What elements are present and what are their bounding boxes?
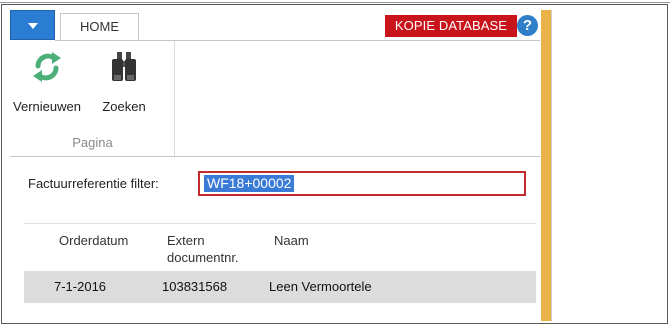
help-icon[interactable]: ?: [517, 15, 538, 36]
column-header-orderdatum[interactable]: Orderdatum: [59, 232, 128, 249]
ribbon-divider: [10, 156, 540, 157]
refresh-icon: [30, 49, 64, 85]
cell-orderdatum: 7-1-2016: [54, 279, 107, 294]
table-row[interactable]: 7-1-2016 103831568 Leen Vermoortele: [24, 271, 536, 303]
list-header: Orderdatum Extern documentnr. Naam: [24, 224, 536, 270]
chevron-down-icon: [28, 23, 38, 29]
search-button[interactable]: Zoeken: [84, 45, 164, 125]
database-badge: KOPIE DATABASE: [385, 15, 517, 37]
ribbon-body: Vernieuwen Zoeken Pagina: [10, 41, 540, 156]
cell-naam: Leen Vermoortele: [269, 279, 372, 294]
orders-list: Orderdatum Extern documentnr. Naam 7-1-2…: [24, 223, 536, 320]
refresh-label: Vernieuwen: [13, 99, 81, 114]
filter-label: Factuurreferentie filter:: [28, 176, 159, 191]
tab-home[interactable]: HOME: [60, 13, 139, 41]
app-menu-button[interactable]: [10, 10, 55, 40]
pane-splitter[interactable]: [541, 10, 551, 321]
filter-input-value: WF18+00002: [204, 175, 295, 192]
refresh-button[interactable]: Vernieuwen: [10, 45, 84, 125]
main-pane: HOME KOPIE DATABASE ? Vernieuwen Zoeken …: [10, 10, 540, 320]
column-header-extern-documentnr[interactable]: Extern documentnr.: [167, 232, 239, 266]
top-border-line: [0, 2, 670, 3]
group-label: Pagina: [72, 135, 113, 150]
binoculars-icon: [107, 49, 141, 85]
column-header-naam[interactable]: Naam: [274, 232, 309, 249]
right-pane: [551, 10, 661, 321]
invoice-reference-filter-input[interactable]: WF18+00002: [198, 171, 526, 196]
ribbon-tabs: HOME KOPIE DATABASE ?: [10, 10, 540, 41]
search-label: Zoeken: [102, 99, 146, 114]
cell-extern-documentnr: 103831568: [162, 279, 228, 294]
ribbon-group-pagina: Vernieuwen Zoeken Pagina: [10, 41, 175, 156]
